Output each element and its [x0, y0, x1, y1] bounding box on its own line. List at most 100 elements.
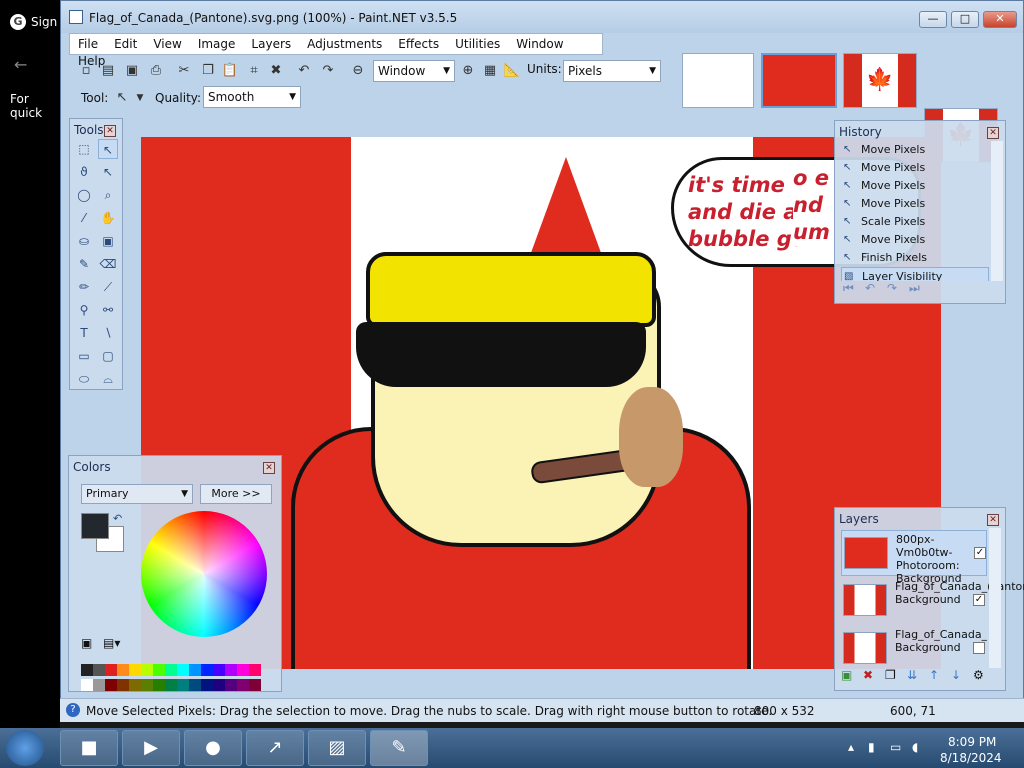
palette-swatch[interactable] — [249, 679, 261, 691]
magic-wand-icon[interactable]: ⁄ — [74, 208, 94, 228]
eraser-icon[interactable]: ⌫ — [98, 254, 118, 274]
display-icon[interactable]: ▭ — [890, 740, 901, 754]
palette-swatch[interactable] — [225, 679, 237, 691]
delete-layer-icon[interactable]: ✖ — [863, 668, 885, 682]
palette-swatch[interactable] — [237, 664, 249, 676]
undo-icon[interactable]: ↶ — [865, 281, 887, 295]
layer-visibility-checkbox[interactable] — [973, 642, 985, 654]
deselect-icon[interactable]: ✖ — [267, 62, 285, 80]
palette-swatch[interactable] — [81, 679, 93, 691]
menu-effects[interactable]: Effects — [390, 34, 447, 51]
units-select[interactable]: Pixels ▼ — [563, 60, 661, 82]
palette-swatch[interactable] — [201, 664, 213, 676]
palette-swatch[interactable] — [129, 664, 141, 676]
image-thumbnail-flag-1[interactable]: 🍁 — [843, 53, 917, 108]
start-button[interactable] — [6, 730, 44, 766]
layer-properties-icon[interactable]: ⚙ — [973, 668, 995, 682]
new-icon[interactable]: ▫ — [77, 62, 95, 80]
back-arrow-icon[interactable]: ← — [14, 55, 27, 74]
palette-swatch[interactable] — [93, 664, 105, 676]
paint-bucket-icon[interactable]: ⛀ — [74, 231, 94, 251]
rewind-icon[interactable]: ⏮ — [843, 281, 865, 296]
more-colors-button[interactable]: More >> — [200, 484, 272, 504]
taskbar-app-media[interactable]: ▶ — [122, 730, 180, 766]
taskbar-app-photos[interactable]: ▨ — [308, 730, 366, 766]
layer-row[interactable]: Flag_of_Canada_(Pantone).svg: Background… — [841, 578, 1024, 624]
menu-view[interactable]: View — [145, 34, 189, 51]
menu-utilities[interactable]: Utilities — [447, 34, 508, 51]
palette-swatch[interactable] — [93, 679, 105, 691]
history-scrollbar[interactable] — [991, 141, 1003, 281]
palette-swatch[interactable] — [225, 664, 237, 676]
merge-down-icon[interactable]: ⇊ — [907, 668, 929, 682]
history-item[interactable]: ↖ Move Pixels — [841, 231, 989, 249]
rectangle-select-icon[interactable]: ⬚ — [74, 139, 94, 159]
redo-icon[interactable]: ↷ — [887, 281, 909, 295]
taskbar-app-cursor[interactable]: ↗ — [246, 730, 304, 766]
maximize-button[interactable]: □ — [951, 11, 979, 28]
layer-visibility-checkbox[interactable]: ✓ — [973, 594, 985, 606]
menu-adjustments[interactable]: Adjustments — [299, 34, 390, 51]
quality-select[interactable]: Smooth ▼ — [203, 86, 301, 108]
lasso-icon[interactable]: ϑ — [74, 162, 94, 182]
taskbar-app-terminal[interactable]: ■ — [60, 730, 118, 766]
palette-swatch[interactable] — [105, 679, 117, 691]
history-item[interactable]: ↖ Move Pixels — [841, 177, 989, 195]
open-icon[interactable]: ▤ — [99, 62, 117, 80]
menu-image[interactable]: Image — [190, 34, 244, 51]
palette-swatch[interactable] — [153, 664, 165, 676]
close-icon[interactable]: ✕ — [987, 127, 999, 139]
swap-colors-icon[interactable]: ↶ — [113, 512, 122, 525]
history-item[interactable]: ↖ Scale Pixels — [841, 213, 989, 231]
palette-swatch[interactable] — [249, 664, 261, 676]
rounded-rectangle-icon[interactable]: ▢ — [98, 346, 118, 366]
palette-swatch[interactable] — [81, 664, 93, 676]
color-picker-icon[interactable]: ⟋ — [98, 277, 118, 297]
palette-swatch[interactable] — [189, 664, 201, 676]
menu-edit[interactable]: Edit — [106, 34, 145, 51]
copy-icon[interactable]: ❐ — [199, 62, 217, 80]
layer-visibility-checkbox[interactable]: ✓ — [974, 547, 986, 559]
zoom-out-icon[interactable]: ⊖ — [349, 62, 367, 80]
hamster-image[interactable] — [619, 387, 683, 487]
menu-window[interactable]: Window — [508, 34, 571, 51]
line-curve-icon[interactable]: ∖ — [98, 323, 118, 343]
save-icon[interactable]: ▣ — [123, 62, 141, 80]
zoom-select[interactable]: Window ▼ — [373, 60, 455, 82]
color-palette[interactable] — [81, 664, 273, 691]
palette-swatch[interactable] — [141, 664, 153, 676]
duplicate-layer-icon[interactable]: ❐ — [885, 668, 907, 682]
palette-swatch[interactable] — [141, 679, 153, 691]
palette-swatch[interactable] — [105, 664, 117, 676]
ellipse-select-icon[interactable]: ◯ — [74, 185, 94, 205]
move-layer-down-icon[interactable]: ↓ — [951, 668, 973, 682]
crop-icon[interactable]: ⌗ — [245, 62, 263, 80]
color-mode-select[interactable]: Primary ▼ — [81, 484, 193, 504]
palette-swatch[interactable] — [177, 664, 189, 676]
rectangle-icon[interactable]: ▭ — [74, 346, 94, 366]
primary-color-swatch[interactable] — [81, 513, 109, 539]
palette-swatch[interactable] — [201, 679, 213, 691]
pan-icon[interactable]: ✋ — [98, 208, 118, 228]
ellipse-icon[interactable]: ⬭ — [74, 369, 94, 389]
volume-icon[interactable]: ◖ — [912, 740, 918, 754]
undo-icon[interactable]: ↶ — [295, 62, 313, 80]
freeform-shape-icon[interactable]: ⌓ — [98, 369, 118, 389]
palette-swatch[interactable] — [189, 679, 201, 691]
close-icon[interactable]: ✕ — [104, 125, 116, 137]
print-icon[interactable]: ⎙ — [147, 62, 165, 80]
palette-menu-icon[interactable]: ▤▾ — [103, 636, 120, 650]
move-selected-tool-icon[interactable]: ↖ — [113, 89, 131, 107]
image-thumbnail-meme[interactable] — [761, 53, 837, 108]
move-selection-icon[interactable]: ↖ — [98, 162, 118, 182]
recolor-icon[interactable]: ⚯ — [98, 300, 118, 320]
palette-swatch[interactable] — [237, 679, 249, 691]
menu-layers[interactable]: Layers — [243, 34, 299, 51]
palette-swatch[interactable] — [213, 664, 225, 676]
pencil-icon[interactable]: ✏ — [74, 277, 94, 297]
clock-date[interactable]: 8/18/2024 — [940, 751, 1002, 765]
history-item-selected[interactable]: ▧ Layer Visibility — [841, 267, 989, 281]
tray-expand-icon[interactable]: ▴ — [848, 740, 854, 754]
layers-scrollbar[interactable] — [989, 528, 1001, 668]
color-wheel[interactable] — [141, 511, 267, 637]
